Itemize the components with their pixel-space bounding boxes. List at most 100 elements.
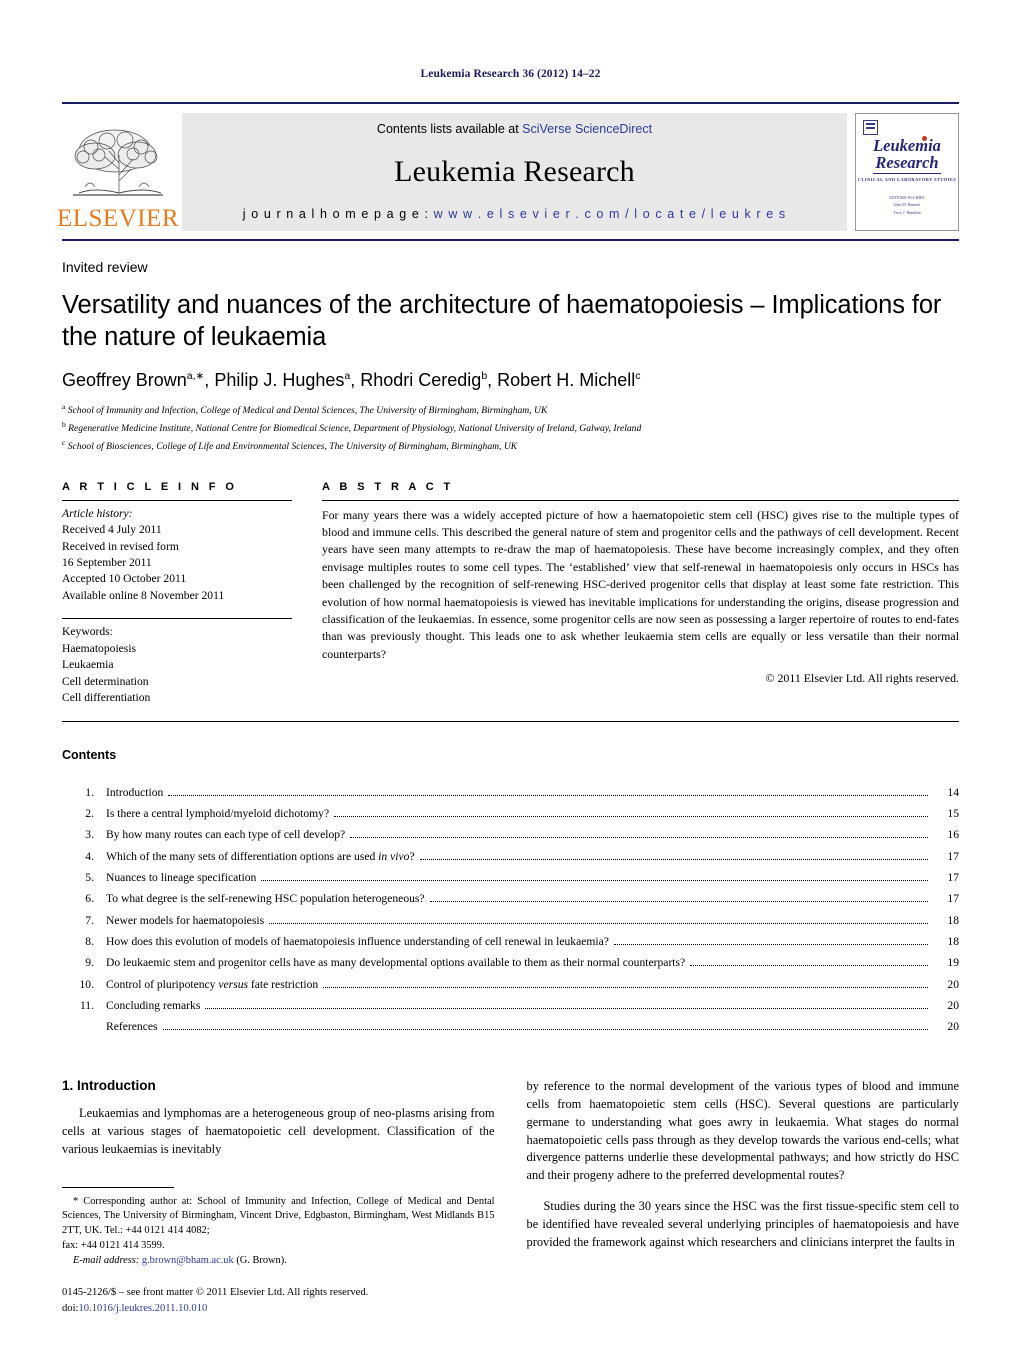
keyword-3: Cell differentiation xyxy=(62,691,151,705)
toc-item[interactable]: 5. Nuances to lineage specification 17 xyxy=(62,867,959,888)
cover-title-line2: Research xyxy=(875,152,939,172)
elsevier-tree-icon xyxy=(73,129,163,196)
fax-note: fax: +44 0121 414 3599. xyxy=(62,1240,165,1252)
doi-link[interactable]: 10.1016/j.leukres.2011.10.010 xyxy=(78,1303,207,1314)
journal-band: Contents lists available at SciVerse Sci… xyxy=(182,113,847,231)
toc-leader xyxy=(323,986,928,988)
toc-leader xyxy=(690,965,928,967)
toc-item[interactable]: 2. Is there a central lymphoid/myeloid d… xyxy=(62,803,959,824)
toc-page: 17 xyxy=(947,870,959,884)
toc-label[interactable]: Control of pluripotency versus fate rest… xyxy=(106,974,318,995)
author-0-sup: a,∗ xyxy=(186,370,205,383)
toc-number: 5. xyxy=(85,870,94,884)
abstract-bottom-rule xyxy=(62,720,959,722)
journal-masthead: ELSEVIER Contents lists available at Sci… xyxy=(57,102,959,231)
toc-leader xyxy=(162,1029,928,1031)
table-of-contents: 1. Introduction 14 2. Is there a central… xyxy=(62,782,960,1038)
toc-leader xyxy=(429,901,928,903)
toc-item[interactable]: 11. Concluding remarks 20 xyxy=(62,995,959,1016)
toc-item[interactable]: 6. To what degree is the self-renewing H… xyxy=(62,888,959,909)
toc-item[interactable]: 3. By how many routes can each type of c… xyxy=(62,824,959,845)
toc-number: 3. xyxy=(85,828,94,842)
body-right-column: by reference to the normal development o… xyxy=(527,1078,960,1317)
journal-cover-thumbnail: Leukemia Research CLINICAL AND LABORATOR… xyxy=(855,113,959,231)
email-link[interactable]: g.brown@bham.ac.uk xyxy=(142,1255,234,1266)
toc-item[interactable]: 1. Introduction 14 xyxy=(62,782,959,803)
toc-item[interactable]: 8. How does this evolution of models of … xyxy=(62,931,959,952)
toc-label[interactable]: How does this evolution of models of hae… xyxy=(106,931,609,952)
toc-label[interactable]: Concluding remarks xyxy=(106,995,200,1016)
cover-subtitle: CLINICAL AND LABORATORY STUDIES xyxy=(857,176,957,182)
sciencedirect-link[interactable]: SciVerse ScienceDirect xyxy=(522,122,652,136)
cover-publisher-badge-icon xyxy=(863,120,878,135)
abstract-text: For many years there was a widely accept… xyxy=(322,507,959,661)
toc-item[interactable]: References 20 xyxy=(62,1016,959,1037)
toc-label[interactable]: Introduction xyxy=(106,782,163,803)
affiliation-a: a School of Immunity and Infection, Coll… xyxy=(62,401,959,419)
keywords-label: Keywords: xyxy=(62,625,113,639)
abstract-copyright: © 2011 Elsevier Ltd. All rights reserved… xyxy=(765,671,959,685)
toc-leader xyxy=(334,815,928,817)
toc-label[interactable]: Nuances to lineage specification xyxy=(106,867,256,888)
affiliation-list: a School of Immunity and Infection, Coll… xyxy=(62,401,959,454)
toc-item[interactable]: 4. Which of the many sets of differentia… xyxy=(62,846,959,867)
toc-number: 10. xyxy=(79,977,95,991)
author-2-name: Rhodri Ceredig xyxy=(360,370,482,391)
toc-page: 16 xyxy=(947,828,959,842)
article-type: Invited review xyxy=(62,259,148,275)
toc-label[interactable]: Newer models for haematopoiesis xyxy=(106,910,264,931)
toc-label[interactable]: Do leukaemic stem and progenitor cells h… xyxy=(106,952,685,973)
author-1-sup: a xyxy=(344,370,351,383)
imprint-block: 0145-2126/$ – see front matter © 2011 El… xyxy=(62,1285,495,1316)
toc-label[interactable]: Which of the many sets of differentiatio… xyxy=(106,846,415,867)
email-label: E-mail address: xyxy=(73,1255,140,1267)
toc-number: 2. xyxy=(85,806,94,820)
section-title: Introduction xyxy=(77,1077,156,1093)
toc-item[interactable]: 7. Newer models for haematopoiesis 18 xyxy=(62,910,959,931)
affiliation-b-mark: b xyxy=(62,420,66,430)
affiliation-c-text: School of Biosciences, College of Life a… xyxy=(67,441,518,453)
toc-number: 11. xyxy=(79,998,94,1012)
running-head: Leukemia Research 36 (2012) 14–22 xyxy=(420,68,601,80)
toc-leader xyxy=(168,794,928,796)
history-item-3: Accepted 10 October 2011 xyxy=(62,572,187,586)
article-history-label: Article history: xyxy=(62,506,133,520)
toc-page: 15 xyxy=(947,806,959,820)
toc-label[interactable]: By how many routes can each type of cell… xyxy=(106,824,345,845)
doi-line: doi:10.1016/j.leukres.2011.10.010 xyxy=(62,1301,495,1316)
elsevier-wordmark: ELSEVIER xyxy=(56,205,180,232)
masthead-bottom-rule xyxy=(62,239,959,241)
email-owner: (G. Brown). xyxy=(236,1255,287,1267)
abstract-heading: A B S T R A C T xyxy=(322,480,454,493)
section-number: 1. xyxy=(62,1077,74,1093)
toc-label[interactable]: References xyxy=(106,1016,158,1037)
toc-label[interactable]: To what degree is the self-renewing HSC … xyxy=(106,888,425,909)
elsevier-logo: ELSEVIER xyxy=(57,113,179,231)
author-0-name: Geoffrey Brown xyxy=(62,370,187,391)
journal-title: Leukemia Research xyxy=(394,154,635,188)
toc-page: 14 xyxy=(947,785,959,799)
toc-page: 20 xyxy=(947,998,959,1012)
intro-paragraph-3: Studies during the 30 years since the HS… xyxy=(526,1198,960,1249)
cover-editor-1: John M. Bennett xyxy=(893,202,921,208)
toc-label[interactable]: Is there a central lymphoid/myeloid dich… xyxy=(106,803,329,824)
toc-number: 7. xyxy=(85,913,94,927)
toc-item[interactable]: 10. Control of pluripotency versus fate … xyxy=(62,974,960,995)
toc-number: 8. xyxy=(85,934,94,948)
doi-label: doi: xyxy=(62,1302,79,1314)
toc-page: 20 xyxy=(947,1020,959,1034)
body-columns: 1. Introduction Leukaemias and lymphomas… xyxy=(62,1078,959,1317)
section-heading-introduction: 1. Introduction xyxy=(62,1078,495,1093)
affiliation-c-mark: c xyxy=(62,437,66,447)
keywords-block: Keywords: Haematopoiesis Leukaemia Cell … xyxy=(62,619,292,706)
author-1-name: Philip J. Hughes xyxy=(214,370,345,391)
toc-item[interactable]: 9. Do leukaemic stem and progenitor cell… xyxy=(62,952,959,973)
author-2-sup: b xyxy=(481,370,488,383)
toc-number: 4. xyxy=(85,849,94,863)
imprint-line: 0145-2126/$ – see front matter © 2011 El… xyxy=(62,1287,369,1299)
keyword-0: Haematopoiesis xyxy=(62,641,137,655)
toc-leader xyxy=(261,879,928,881)
contents-prefix: Contents lists available at xyxy=(376,122,523,136)
toc-label-italic: versus xyxy=(218,977,249,991)
homepage-url[interactable]: w w w . e l s e v i e r . c o m / l o c … xyxy=(434,207,787,221)
